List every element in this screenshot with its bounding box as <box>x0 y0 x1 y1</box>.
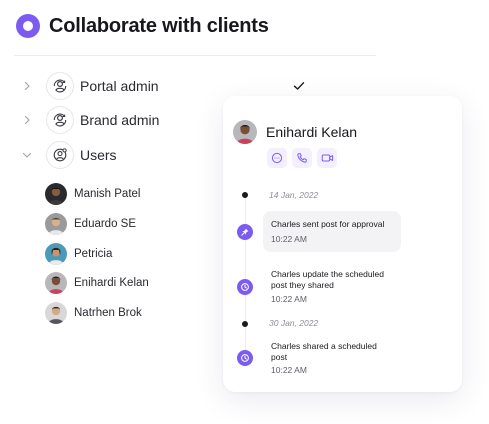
user-item[interactable]: Enihardi Kelan <box>45 271 149 295</box>
timeline-event-time: 10:22 AM <box>271 294 307 304</box>
avatar <box>45 213 67 235</box>
user-name: Natrhen Brok <box>74 307 142 319</box>
chat-icon[interactable] <box>267 148 287 168</box>
pin-icon <box>237 224 253 240</box>
nav-item-portal-admin[interactable]: Portal admin <box>20 71 159 101</box>
brand-admin-icon <box>46 106 74 134</box>
card-header: Enihardi Kelan <box>233 120 357 144</box>
video-icon[interactable] <box>317 148 337 168</box>
timeline-date: 30 Jan, 2022 <box>269 318 319 328</box>
user-item[interactable]: Manish Patel <box>45 182 140 206</box>
clock-icon <box>237 279 253 295</box>
timeline-event-time: 10:22 AM <box>271 365 307 375</box>
nav-item-users[interactable]: Users <box>20 140 117 170</box>
timeline-event-text: Charles update the scheduled post they s… <box>271 269 384 290</box>
timeline-line <box>245 195 246 360</box>
nav-item-label: Portal admin <box>80 78 159 94</box>
nav-item-label: Brand admin <box>80 112 160 128</box>
timeline-date-dot <box>242 192 248 198</box>
timeline-event-text: Charles shared a scheduled post <box>271 341 377 362</box>
chevron-right-icon[interactable] <box>20 113 34 127</box>
timeline-event-time: 10:22 AM <box>271 234 307 244</box>
avatar <box>45 302 67 324</box>
user-name: Enihardi Kelan <box>74 277 149 289</box>
avatar <box>233 120 257 144</box>
chevron-right-icon[interactable] <box>20 79 34 93</box>
page-title: Collaborate with clients <box>49 14 269 37</box>
user-name: Petricia <box>74 248 113 260</box>
phone-icon[interactable] <box>292 148 312 168</box>
avatar <box>45 183 67 205</box>
user-item[interactable]: Natrhen Brok <box>45 301 142 325</box>
contact-name: Enihardi Kelan <box>266 124 358 140</box>
nav-item-label: Users <box>80 147 117 163</box>
brand-logo-icon <box>16 14 40 38</box>
timeline-date: 14 Jan, 2022 <box>269 190 319 200</box>
timeline-event-text: Charles sent post for approval <box>271 219 385 229</box>
clock-icon <box>237 350 253 366</box>
user-name: Manish Patel <box>74 188 141 200</box>
chevron-down-icon[interactable] <box>20 148 34 162</box>
header: Collaborate with clients <box>16 14 269 38</box>
portal-admin-icon <box>46 72 74 100</box>
avatar <box>45 243 67 265</box>
timeline-event-highlight <box>263 211 401 252</box>
user-item[interactable]: Petricia <box>45 242 112 266</box>
nav-item-brand-admin[interactable]: Brand admin <box>20 105 159 135</box>
contact-actions <box>267 148 342 168</box>
check-icon <box>293 82 305 90</box>
timeline-date-dot <box>242 321 248 327</box>
users-icon <box>46 141 74 169</box>
user-item[interactable]: Eduardo SE <box>45 212 136 236</box>
divider <box>14 55 376 56</box>
user-name: Eduardo SE <box>74 218 137 230</box>
avatar <box>45 272 67 294</box>
